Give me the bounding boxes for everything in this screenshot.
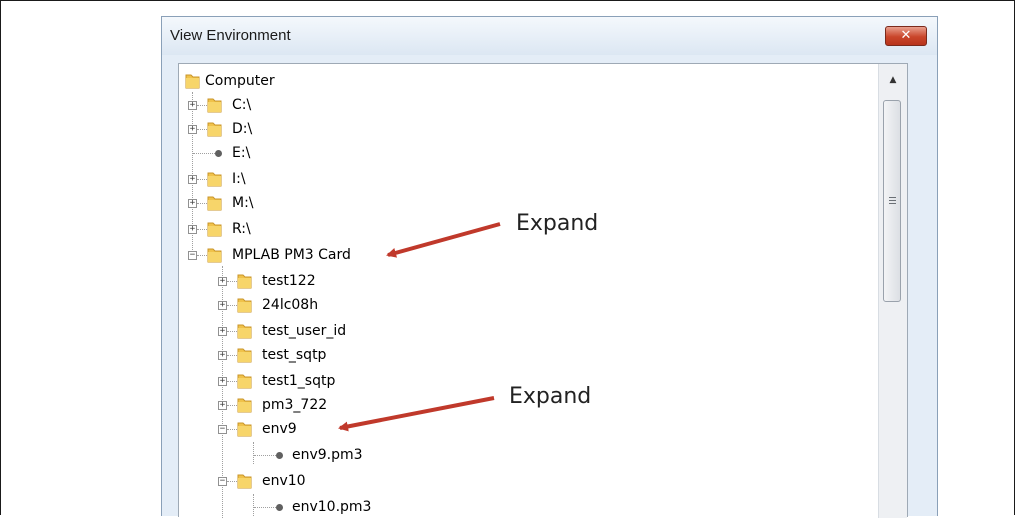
- annotation-arrow-card: [386, 222, 501, 258]
- annotation-arrow-env: [338, 396, 495, 432]
- annotation-arrows: [338, 222, 501, 432]
